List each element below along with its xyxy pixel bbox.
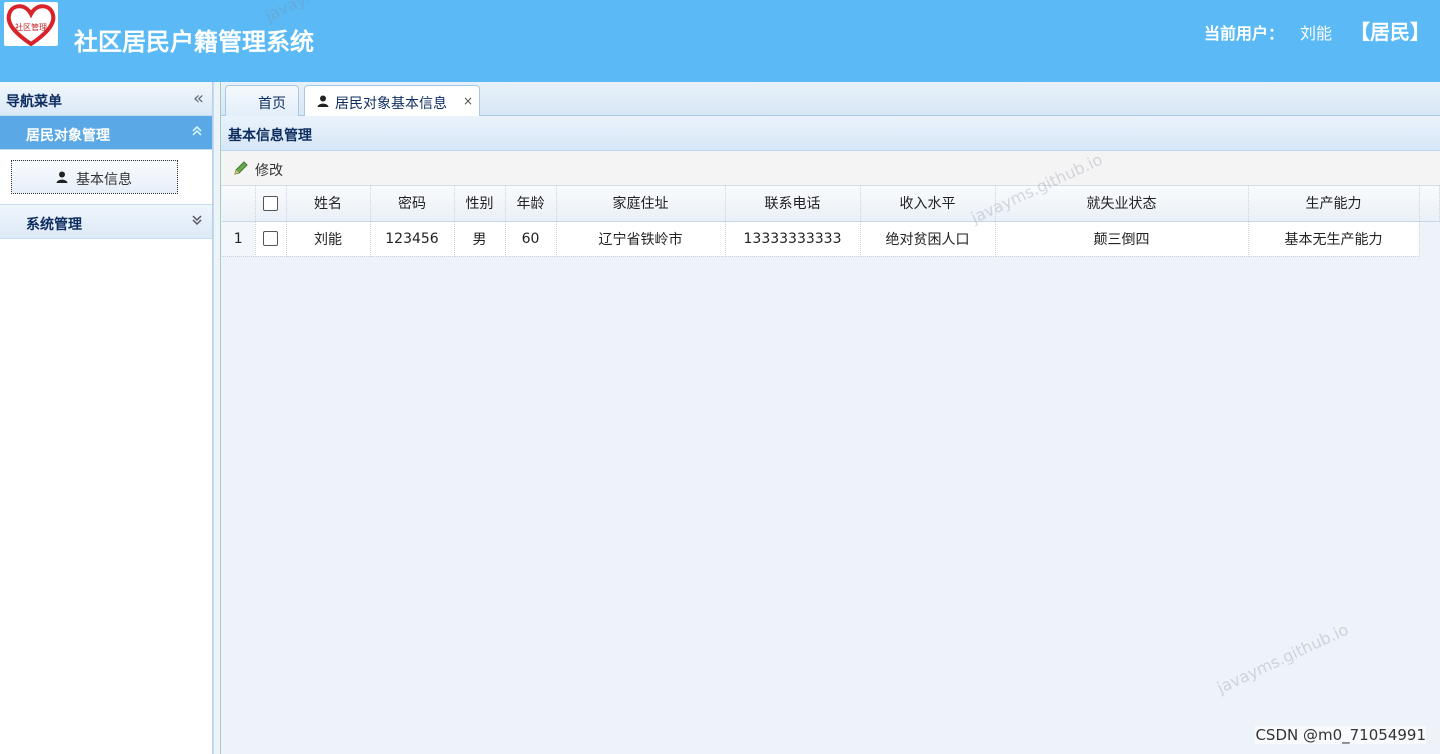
pencil-icon: [233, 160, 249, 180]
table-cell[interactable]: 绝对贫困人口: [860, 221, 996, 257]
current-user-label: 当前用户：: [1203, 24, 1284, 43]
table-cell-filler: [1419, 221, 1439, 256]
table-cell[interactable]: 60: [505, 221, 557, 257]
panel-header: 基本信息管理: [221, 116, 1440, 151]
close-icon[interactable]: ×: [463, 94, 473, 108]
nav-panel: 导航菜单 « 居民对象管理 基本信息 系统管理: [0, 82, 213, 754]
table-cell[interactable]: 男: [454, 221, 506, 257]
csdn-watermark: CSDN @m0_71054991: [1255, 726, 1426, 744]
select-all-checkbox[interactable]: [263, 195, 278, 211]
column-header[interactable]: 密码: [370, 186, 455, 222]
rownum-header: [222, 186, 256, 222]
row-select-cell: [255, 221, 287, 257]
nav-group-system-management[interactable]: 系统管理: [0, 205, 212, 239]
nav-group-title: 居民对象管理: [26, 128, 110, 144]
table-cell[interactable]: 辽宁省铁岭市: [556, 221, 726, 257]
nav-title: 导航菜单: [6, 94, 62, 110]
column-header[interactable]: 姓名: [286, 186, 371, 222]
double-chevron-left-icon[interactable]: «: [193, 88, 204, 109]
row-number: 1: [222, 221, 256, 257]
column-header[interactable]: 就失业状态: [995, 186, 1249, 222]
column-header[interactable]: 生产能力: [1248, 186, 1420, 222]
data-grid: 姓名 密码 性别 年龄 家庭住址 联系电话 收入水平 就失业状态 生产能力 1 …: [222, 186, 1440, 257]
current-user-name: 刘能: [1299, 24, 1332, 43]
app-logo: 社区管理: [4, 2, 58, 46]
select-all-header: [255, 186, 287, 222]
row-checkbox[interactable]: [263, 231, 278, 246]
nav-group-title: 系统管理: [26, 217, 82, 233]
app-header: 社区管理 社区居民户籍管理系统 当前用户： 刘能 【居民】: [0, 0, 1440, 82]
grid-toolbar: 修改: [221, 151, 1440, 186]
column-header[interactable]: 年龄: [505, 186, 557, 222]
tab-resident-basic-info[interactable]: 居民对象基本信息 ×: [304, 85, 480, 117]
table-row[interactable]: 1 刘能 123456 男 60 辽宁省铁岭市 13333333333 绝对贫困…: [222, 221, 1439, 257]
double-chevron-up-icon[interactable]: [190, 124, 204, 142]
tab-label: 居民对象基本信息: [335, 96, 447, 112]
tab-label: 首页: [258, 96, 286, 112]
table-cell[interactable]: 123456: [370, 221, 455, 257]
grid-header-row: 姓名 密码 性别 年龄 家庭住址 联系电话 收入水平 就失业状态 生产能力: [222, 186, 1440, 222]
data-grid-area: 姓名 密码 性别 年龄 家庭住址 联系电话 收入水平 就失业状态 生产能力 1 …: [221, 186, 1440, 754]
column-header-filler: [1419, 186, 1440, 222]
nav-header: 导航菜单 «: [0, 82, 212, 116]
user-icon: [56, 171, 68, 187]
column-header[interactable]: 家庭住址: [556, 186, 726, 222]
column-header[interactable]: 联系电话: [725, 186, 861, 222]
table-cell[interactable]: 颠三倒四: [995, 221, 1249, 257]
nav-group-resident-management[interactable]: 居民对象管理: [0, 116, 212, 150]
current-user-role: 【居民】: [1350, 20, 1430, 44]
panel-title: 基本信息管理: [228, 128, 312, 144]
current-user-info: 当前用户： 刘能 【居民】: [1198, 16, 1430, 45]
column-header[interactable]: 性别: [454, 186, 506, 222]
sidebar-item-label: 基本信息: [76, 172, 132, 188]
logo-text: 社区管理: [15, 23, 47, 32]
layout-splitter[interactable]: [213, 82, 221, 754]
nav-group-body: 基本信息: [0, 150, 212, 205]
edit-button-label: 修改: [255, 163, 283, 179]
tab-home[interactable]: 首页: [225, 85, 299, 116]
user-icon: [317, 95, 329, 111]
table-cell[interactable]: 基本无生产能力: [1248, 221, 1420, 257]
table-cell[interactable]: 13333333333: [725, 221, 861, 257]
app-title: 社区居民户籍管理系统: [74, 28, 314, 56]
table-cell[interactable]: 刘能: [286, 221, 371, 257]
sidebar-item-basic-info[interactable]: 基本信息: [11, 160, 178, 194]
tab-bar: 首页 居民对象基本信息 ×: [221, 82, 1440, 117]
column-header[interactable]: 收入水平: [860, 186, 996, 222]
double-chevron-down-icon[interactable]: [190, 213, 204, 231]
